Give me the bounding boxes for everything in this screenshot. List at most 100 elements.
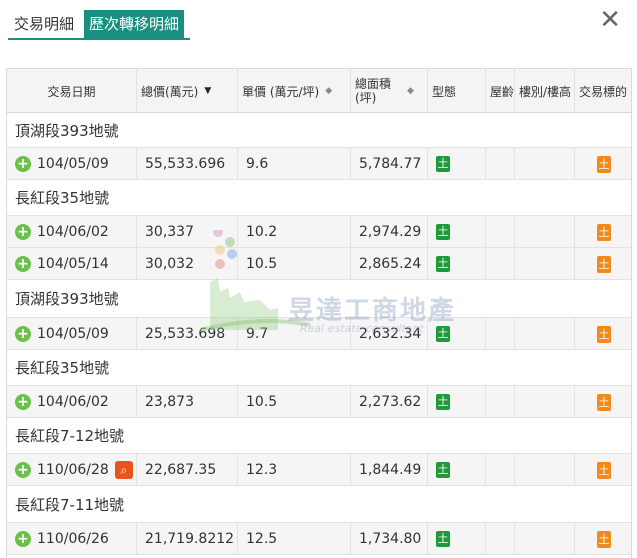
area-cell: 1,844.49 (351, 454, 428, 486)
table-row[interactable]: +104/05/09 55,533.696 9.6 5,784.77 土 土 (7, 148, 631, 180)
group-title: 頂湖段393地號 (7, 113, 631, 148)
type-cell: 土 (428, 148, 486, 180)
expand-plus-icon[interactable]: + (15, 256, 31, 272)
expand-plus-icon[interactable]: + (15, 394, 31, 410)
date-cell: +104/05/14 (7, 248, 137, 280)
expand-plus-icon[interactable]: + (15, 531, 31, 547)
age-cell (486, 216, 515, 248)
col-area-label: 總面積 (坪) (355, 77, 392, 105)
date-text: 104/05/09 (37, 156, 109, 172)
age-cell (486, 523, 515, 555)
land-target-icon[interactable]: 土 (597, 223, 611, 241)
land-type-icon: 土 (436, 156, 450, 172)
land-target-icon[interactable]: 土 (597, 325, 611, 343)
col-unit-label: 單價 (萬元/坪) (242, 84, 320, 99)
area-cell: 1,734.80 (351, 523, 428, 555)
land-target-icon[interactable]: 土 (597, 255, 611, 273)
age-cell (486, 248, 515, 280)
group-title: 長紅段7-12地號 (7, 418, 631, 454)
date-cell: +110/06/26 (7, 523, 137, 555)
group-title: 長紅段7-11地號 (7, 486, 631, 523)
land-type-icon: 土 (436, 224, 450, 240)
floor-cell (515, 386, 575, 418)
type-cell: 土 (428, 386, 486, 418)
land-type-icon: 土 (436, 326, 450, 342)
land-type-icon: 土 (436, 256, 450, 272)
floor-cell (515, 523, 575, 555)
tab-transaction-detail[interactable]: 交易明細 (8, 10, 80, 38)
area-cell: 2,865.24 (351, 248, 428, 280)
total-cell: 22,687.35 (137, 454, 238, 486)
floor-cell (515, 216, 575, 248)
date-text: 104/05/09 (37, 326, 109, 342)
type-cell: 土 (428, 216, 486, 248)
col-age: 屋齡 (486, 69, 515, 113)
type-cell: 土 (428, 454, 486, 486)
total-cell: 21,719.8212 (137, 523, 238, 555)
expand-plus-icon[interactable]: + (15, 462, 31, 478)
target-cell: 土 (575, 386, 631, 418)
land-target-icon[interactable]: 土 (597, 393, 611, 411)
col-total-label: 總價(萬元) (141, 84, 199, 99)
watermark-subtitle: Real estate consultant (300, 322, 424, 335)
expand-plus-icon[interactable]: + (15, 326, 31, 342)
expand-plus-icon[interactable]: + (15, 156, 31, 172)
total-cell: 30,337 (137, 216, 238, 248)
land-type-icon: 土 (436, 531, 450, 547)
target-cell: 土 (575, 148, 631, 180)
unit-cell: 10.5 (238, 386, 351, 418)
unit-cell: 12.3 (238, 454, 351, 486)
search-icon[interactable]: ⌕ (114, 461, 133, 479)
target-cell: 土 (575, 318, 631, 350)
col-target-label: 交易標的 (579, 84, 628, 99)
col-age-label: 屋齡 (490, 84, 515, 99)
type-cell: 土 (428, 248, 486, 280)
table-row[interactable]: +104/06/02 30,337 10.2 2,974.29 土 土 (7, 216, 631, 248)
tab-transfer-history[interactable]: 歷次轉移明細 (84, 10, 185, 38)
col-date-label: 交易日期 (47, 84, 96, 99)
sort-icon[interactable]: ▼ (204, 86, 211, 96)
target-cell: 土 (575, 216, 631, 248)
col-area[interactable]: 總面積 (坪) ◆ (351, 69, 428, 113)
col-total[interactable]: 總價(萬元) ▼ (137, 69, 238, 113)
col-target: 交易標的 (575, 69, 631, 113)
age-cell (486, 318, 515, 350)
unit-cell: 9.6 (238, 148, 351, 180)
unit-cell: 10.5 (238, 248, 351, 280)
col-type-label: 型態 (432, 84, 457, 99)
sort-icon[interactable]: ◆ (407, 86, 414, 96)
type-cell: 土 (428, 523, 486, 555)
age-cell (486, 386, 515, 418)
col-floor: 樓別/樓高 (515, 69, 575, 113)
floor-cell (515, 248, 575, 280)
sort-icon[interactable]: ◆ (325, 86, 332, 96)
date-cell: +104/06/02 (7, 386, 137, 418)
table-row[interactable]: +104/06/02 23,873 10.5 2,273.62 土 土 (7, 386, 631, 418)
table-row[interactable]: +110/06/28 ⌕ 22,687.35 12.3 1,844.49 土 土 (7, 454, 631, 486)
unit-cell: 12.5 (238, 523, 351, 555)
target-cell: 土 (575, 523, 631, 555)
expand-plus-icon[interactable]: + (15, 224, 31, 240)
date-text: 110/06/26 (37, 531, 109, 547)
date-cell: +104/05/09 (7, 318, 137, 350)
table-row[interactable]: +110/06/26 21,719.8212 12.5 1,734.80 土 土 (7, 523, 631, 555)
group-title: 長紅段35地號 (7, 180, 631, 216)
target-cell: 土 (575, 454, 631, 486)
close-icon[interactable]: ✕ (599, 6, 621, 34)
unit-cell: 10.2 (238, 216, 351, 248)
date-cell: +104/06/02 (7, 216, 137, 248)
date-text: 110/06/28 (37, 462, 109, 478)
tab-underline (8, 38, 190, 40)
table-row[interactable]: +104/05/14 30,032 10.5 2,865.24 土 土 (7, 248, 631, 280)
land-target-icon[interactable]: 土 (597, 461, 611, 479)
total-cell: 55,533.696 (137, 148, 238, 180)
land-target-icon[interactable]: 土 (597, 530, 611, 548)
land-type-icon: 土 (436, 394, 450, 410)
target-cell: 土 (575, 248, 631, 280)
floor-cell (515, 318, 575, 350)
date-cell: +110/06/28 ⌕ (7, 454, 137, 486)
total-cell: 25,533.698 (137, 318, 238, 350)
col-date: 交易日期 (7, 69, 137, 113)
land-target-icon[interactable]: 土 (597, 155, 611, 173)
col-unit[interactable]: 單價 (萬元/坪) ◆ (238, 69, 351, 113)
